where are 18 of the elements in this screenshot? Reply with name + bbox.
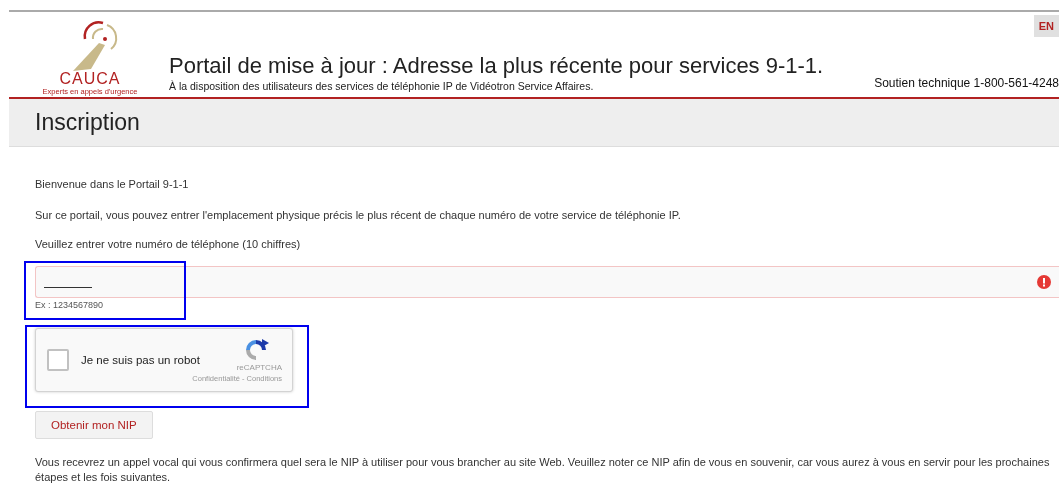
captcha-checkbox[interactable]	[47, 349, 69, 371]
phone-hint: Ex : 1234567890	[35, 300, 104, 310]
get-pin-button[interactable]: Obtenir mon NIP	[35, 411, 153, 439]
captcha-label: Je ne suis pas un robot	[81, 354, 200, 366]
captcha-brand: reCAPTCHA	[236, 363, 282, 372]
phone-label: Veuillez entrer votre numéro de téléphone (10 chiffres)	[35, 237, 302, 251]
language-button[interactable]: EN	[1033, 15, 1059, 37]
phone-input-field[interactable]	[35, 266, 1059, 298]
logo-text: CAUCA	[59, 71, 121, 87]
portal-subtitle: À la disposition des utilisateurs des services de téléphonie IP de Vidéotron Service Affaires.	[169, 80, 595, 92]
input-mask-line	[44, 286, 92, 288]
portal-title: Portail de mise à jour : Adresse la plus récente pour services 9-1-1.	[169, 52, 825, 80]
welcome-text: Bienvenue dans le Portail 9-1-1	[35, 177, 190, 191]
pin-note: Vous recevrez un appel vocal qui vous confirmera quel sera le NIP à utiliser pour vous brancher au site Web. Veuillez noter ce NIP afin de vous en souvenir, car vous aurez à vous en servir pour les prochaines étapes et les fois suivantes.	[35, 455, 1051, 485]
support-phone: Soutien technique 1-800-561-4248	[874, 76, 1059, 92]
error-icon	[1037, 275, 1051, 289]
page-title: Inscription	[35, 109, 140, 136]
intro-text: Sur ce portail, vous pouvez entrer l'emplacement physique précis le plus récent de chaque numéro de votre service de téléphonie IP.	[35, 208, 682, 222]
